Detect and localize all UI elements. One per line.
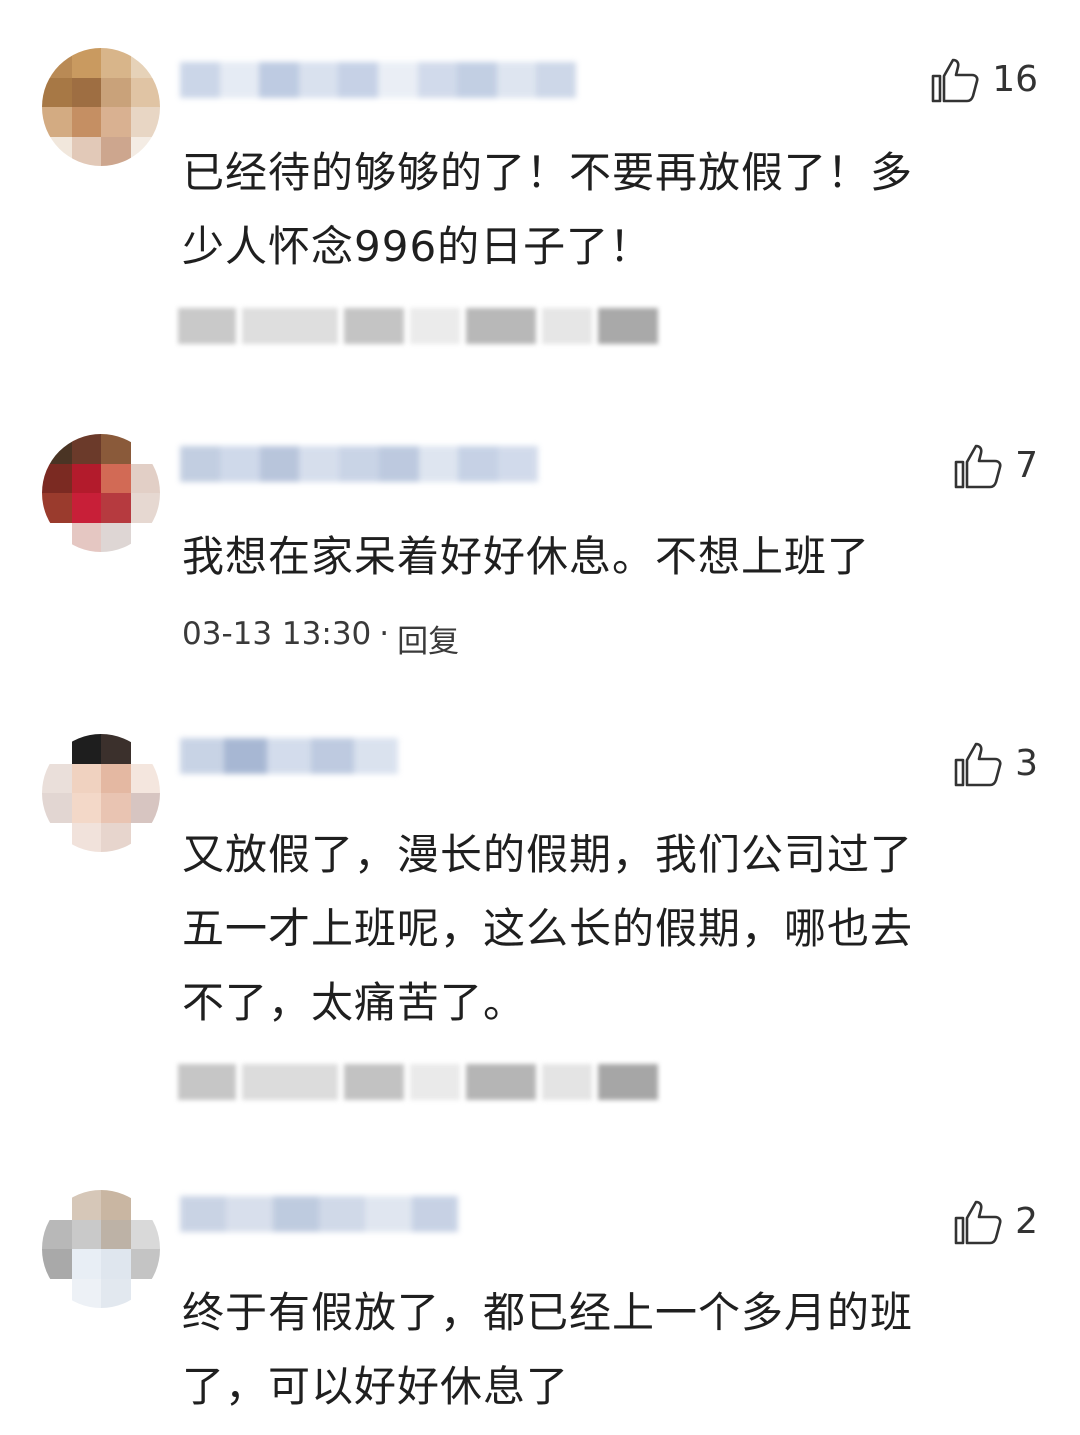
like-button[interactable]: 2 [953,1198,1038,1246]
like-button[interactable]: 3 [953,740,1038,788]
avatar[interactable] [42,434,160,552]
thumbs-up-icon [930,56,982,104]
thumbs-up-icon [953,1198,1005,1246]
like-count: 16 [992,59,1038,100]
meta-blurred [178,1064,658,1100]
username-blurred[interactable] [180,446,539,482]
comment-text: 我想在家呆着好好休息。不想上班了 [182,532,871,581]
username-blurred[interactable] [180,1196,458,1232]
like-button[interactable]: 16 [930,56,1038,104]
like-button[interactable]: 7 [953,442,1038,490]
username-blurred[interactable] [180,738,398,774]
avatar[interactable] [42,734,160,852]
comment-text: 又放假了，漫长的假期，我们公司过了 五一才上班呢，这么长的假期，哪也去 不了，太… [182,830,914,1027]
like-count: 7 [1015,445,1038,486]
comment-time: 03-13 13:30 [182,616,372,652]
comment-text: 终于有假放了，都已经上一个多月的班 了，可以好好休息了 [182,1288,914,1411]
avatar[interactable] [42,48,160,166]
comment-text: 已经待的够够的了！不要再放假了！多 少人怀念996的日子了！ [182,148,914,271]
thumbs-up-icon [953,740,1005,788]
thumbs-up-icon [953,442,1005,490]
like-count: 3 [1015,743,1038,784]
meta-blurred [178,308,658,344]
reply-link[interactable]: 回复 [397,616,459,661]
username-blurred[interactable] [180,62,576,98]
avatar[interactable] [42,1190,160,1308]
separator: · [379,616,390,652]
comment-meta: 03-13 13:30 · 回复 [182,616,459,661]
like-count: 2 [1015,1201,1038,1242]
